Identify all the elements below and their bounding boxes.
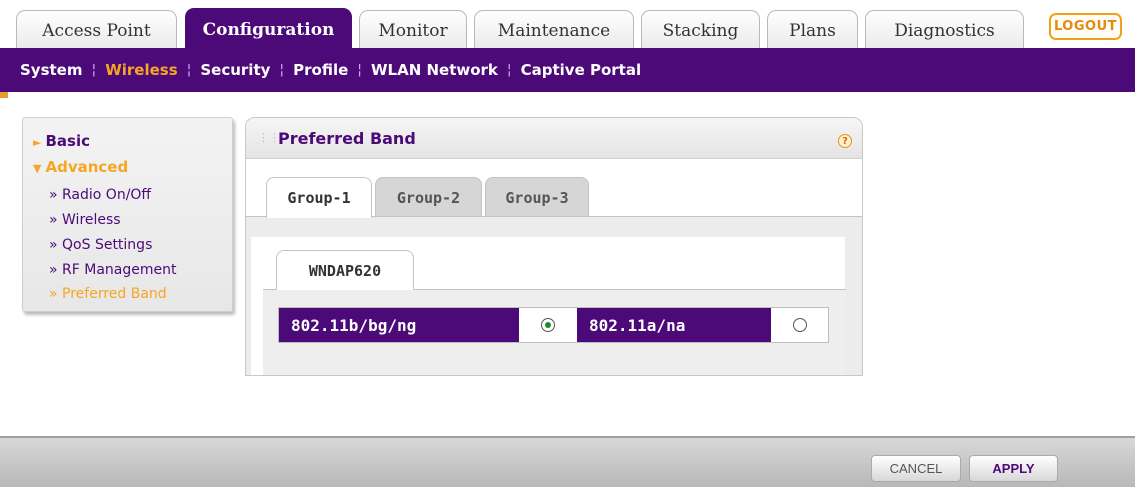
left-menu: ► Basic ▼ Advanced » Radio On/Off » Wirele…: [22, 117, 233, 312]
bottom-action-bar: CANCEL APPLY: [0, 436, 1135, 487]
tab-access-point[interactable]: Access Point: [16, 10, 177, 50]
menu-group-advanced[interactable]: ▼ Advanced: [33, 158, 128, 176]
radio-band-bgn[interactable]: [541, 318, 555, 332]
subnav-divider: ¦: [506, 62, 512, 78]
menu-item-rf-management[interactable]: » RF Management: [49, 262, 176, 278]
menu-item-qos-settings[interactable]: » QoS Settings: [49, 237, 152, 253]
tab-maintenance[interactable]: Maintenance: [474, 10, 634, 50]
subnav-system[interactable]: System: [20, 61, 82, 79]
tab-stacking[interactable]: Stacking: [641, 10, 760, 50]
subnav-profile[interactable]: Profile: [293, 61, 348, 79]
subnav-security[interactable]: Security: [200, 61, 270, 79]
radio-band-ana[interactable]: [792, 318, 807, 332]
tab-configuration[interactable]: Configuration: [185, 8, 352, 50]
apply-button[interactable]: APPLY: [969, 455, 1058, 482]
subnav-divider: ¦: [186, 62, 192, 78]
drag-grip-icon: ⋮⋮: [258, 131, 280, 144]
panel-title: Preferred Band: [278, 129, 416, 148]
radio-selected-dot: [545, 322, 551, 328]
subnav-divider: ¦: [357, 62, 362, 78]
subnav-wireless[interactable]: Wireless: [105, 61, 177, 79]
tab-diagnostics[interactable]: Diagnostics: [865, 10, 1024, 50]
chevron-down-icon: ▼: [33, 162, 42, 175]
help-icon[interactable]: ?: [838, 134, 852, 148]
menu-group-basic-label: Basic: [45, 132, 90, 150]
decorative-notch: [0, 92, 8, 98]
menu-item-preferred-band[interactable]: » Preferred Band: [49, 286, 167, 302]
subnav-divider: ¦: [279, 62, 285, 78]
band-label-bgn: 802.11b/bg/ng: [279, 308, 519, 342]
chevron-right-icon: ►: [33, 136, 42, 149]
device-tab-content: 802.11b/bg/ng 802.11a/na: [263, 289, 846, 375]
tab-group-1[interactable]: Group-1: [266, 177, 372, 218]
subnav-divider: ¦: [91, 62, 97, 78]
subnav-captive-portal[interactable]: Captive Portal: [521, 61, 641, 79]
menu-item-radio-on-off[interactable]: » Radio On/Off: [49, 187, 151, 203]
band-selection-row: 802.11b/bg/ng 802.11a/na: [278, 307, 829, 343]
tab-device-wndap620[interactable]: WNDAP620: [276, 250, 414, 290]
tab-plans[interactable]: Plans: [767, 10, 858, 50]
band-radio-cell: [771, 308, 828, 342]
tab-group-3[interactable]: Group-3: [485, 177, 589, 217]
menu-item-wireless[interactable]: » Wireless: [49, 212, 121, 228]
subnav-wlan-network[interactable]: WLAN Network: [371, 61, 498, 79]
sub-nav: System ¦ Wireless ¦ Security ¦ Profile ¦…: [0, 48, 1135, 92]
cancel-button[interactable]: CANCEL: [871, 455, 961, 482]
tab-group-2[interactable]: Group-2: [375, 177, 482, 217]
menu-group-basic[interactable]: ► Basic: [33, 132, 90, 150]
band-radio-cell: [519, 308, 577, 342]
panel-header: ⋮⋮ Preferred Band ?: [246, 118, 862, 159]
menu-group-advanced-label: Advanced: [45, 158, 129, 176]
device-container: WNDAP620 802.11b/bg/ng 802.11a/na: [251, 237, 846, 375]
logout-button[interactable]: LOGOUT: [1049, 13, 1122, 40]
main-tab-bar: Access Point Configuration Monitor Maint…: [0, 0, 1135, 50]
band-label-ana: 802.11a/na: [577, 308, 771, 342]
tab-monitor[interactable]: Monitor: [359, 10, 467, 50]
group-tab-content: WNDAP620 802.11b/bg/ng 802.11a/na: [246, 216, 862, 375]
preferred-band-panel: ⋮⋮ Preferred Band ? Group-1 Group-2 Grou…: [245, 117, 863, 376]
